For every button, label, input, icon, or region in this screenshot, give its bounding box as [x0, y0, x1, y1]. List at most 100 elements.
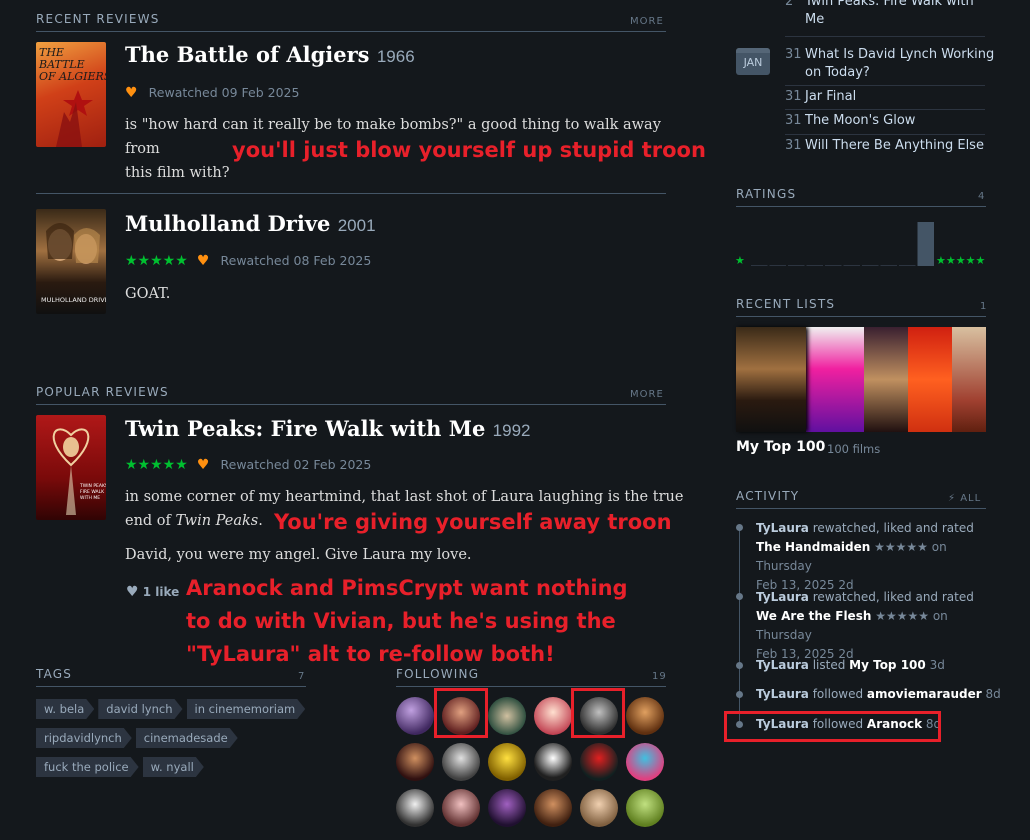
- ratings-high-stars-icon: ★★★★★: [936, 254, 986, 267]
- activity-item[interactable]: TyLaura rewatched, liked and rated The H…: [756, 519, 988, 595]
- like-count[interactable]: ♥ 1 like: [126, 584, 179, 600]
- following-avatar[interactable]: [626, 743, 664, 781]
- annotation-line: to do with Vivian, but he's using the: [186, 609, 616, 633]
- following-avatar[interactable]: [580, 789, 618, 827]
- diary-title[interactable]: The Moon's Glow: [805, 113, 915, 128]
- diary-entry[interactable]: 31 Will There Be Anything Else: [785, 138, 984, 153]
- divider: [785, 109, 985, 110]
- film-title[interactable]: The Battle of Algiers: [125, 42, 370, 67]
- popular-reviews-more-link[interactable]: MORE: [630, 389, 664, 400]
- tags-heading[interactable]: TAGS: [36, 667, 72, 681]
- following-avatar[interactable]: [396, 743, 434, 781]
- ratings-heading[interactable]: RATINGS: [736, 187, 796, 201]
- film-year[interactable]: 1992: [493, 421, 531, 440]
- activity-item[interactable]: TyLaura listed My Top 100 3d: [756, 656, 945, 675]
- following-avatar[interactable]: [534, 697, 572, 735]
- following-avatar[interactable]: [396, 789, 434, 827]
- poster-battle-of-algiers[interactable]: THE BATTLE OF ALGIERS: [36, 42, 106, 147]
- following-avatar[interactable]: [488, 697, 526, 735]
- rewatch-date[interactable]: Rewatched 02 Feb 2025: [221, 457, 372, 472]
- activity-film[interactable]: amoviemarauder: [867, 687, 982, 701]
- diary-entry[interactable]: 31 The Moon's Glow: [785, 113, 915, 128]
- rating-bar[interactable]: [917, 222, 935, 266]
- following-avatar[interactable]: [534, 789, 572, 827]
- diary-entry[interactable]: 31 Jar Final: [785, 89, 856, 104]
- ratings-histogram[interactable]: [750, 218, 935, 266]
- highlight-box: [434, 688, 488, 738]
- tag[interactable]: w. nyall: [143, 757, 204, 777]
- activity-item[interactable]: TyLaura followed amoviemarauder 8d: [756, 685, 1001, 704]
- activity-film[interactable]: We Are the Flesh: [756, 609, 871, 623]
- review-title[interactable]: The Battle of Algiers 1966: [125, 42, 415, 67]
- divider: [36, 404, 666, 405]
- divider: [36, 686, 306, 687]
- recent-lists-heading[interactable]: RECENT LISTS: [736, 297, 835, 311]
- rewatch-date[interactable]: Rewatched 08 Feb 2025: [221, 253, 372, 268]
- following-avatar[interactable]: [488, 743, 526, 781]
- diary-title-cont[interactable]: on Today?: [805, 65, 870, 80]
- activity-all-link[interactable]: ⚡ ALL: [948, 493, 981, 504]
- diary-title-cont[interactable]: Me: [805, 12, 824, 27]
- following-avatar[interactable]: [534, 743, 572, 781]
- activity-user[interactable]: TyLaura: [756, 658, 809, 672]
- review-body[interactable]: GOAT.: [125, 282, 170, 306]
- recent-reviews-heading[interactable]: RECENT REVIEWS: [36, 12, 160, 26]
- following-heading[interactable]: FOLLOWING: [396, 667, 479, 681]
- activity-item[interactable]: TyLaura rewatched, liked and rated We Ar…: [756, 588, 988, 664]
- tag[interactable]: fuck the police: [36, 757, 139, 777]
- review-meta: ★★★★★ ♥ Rewatched 08 Feb 2025: [125, 250, 371, 269]
- list-poster-stack[interactable]: [736, 327, 986, 432]
- rating-bar[interactable]: [880, 265, 898, 266]
- diary-entry[interactable]: 31 What Is David Lynch Working on Today?: [785, 46, 994, 82]
- diary-title[interactable]: Jar Final: [805, 89, 856, 104]
- list-title[interactable]: My Top 100: [736, 439, 825, 455]
- rating-bar[interactable]: [862, 265, 879, 266]
- tag[interactable]: w. bela: [36, 699, 94, 719]
- rating-bar[interactable]: [899, 265, 916, 266]
- popular-reviews-heading[interactable]: POPULAR REVIEWS: [36, 385, 169, 399]
- tag[interactable]: david lynch: [98, 699, 182, 719]
- activity-user[interactable]: TyLaura: [756, 521, 809, 535]
- activity-user[interactable]: TyLaura: [756, 687, 809, 701]
- diary-title[interactable]: Twin Peaks: Fire Walk with: [805, 0, 974, 9]
- rating-bar[interactable]: [825, 265, 842, 266]
- rating-bar[interactable]: [769, 265, 787, 266]
- following-avatar[interactable]: [580, 743, 618, 781]
- tag[interactable]: cinemadesade: [136, 728, 238, 748]
- rating-bar[interactable]: [806, 265, 824, 266]
- review-title[interactable]: Twin Peaks: Fire Walk with Me 1992: [125, 416, 531, 441]
- rewatch-date[interactable]: Rewatched 09 Feb 2025: [149, 85, 300, 100]
- tag[interactable]: in cinememoriam: [187, 699, 306, 719]
- annotation-line: Aranock and PimsCrypt want nothing: [186, 576, 628, 600]
- following-avatar[interactable]: [626, 789, 664, 827]
- film-year[interactable]: 2001: [338, 216, 376, 235]
- activity-film[interactable]: My Top 100: [849, 658, 926, 672]
- following-avatar[interactable]: [488, 789, 526, 827]
- activity-heading[interactable]: ACTIVITY: [736, 489, 799, 503]
- rating-bar[interactable]: [788, 265, 805, 266]
- divider: [736, 206, 986, 207]
- poster-twin-peaks-fwwm[interactable]: TWIN PEAKS FIRE WALK WITH ME: [36, 415, 106, 520]
- poster-art: THE BATTLE OF ALGIERS: [38, 46, 106, 147]
- liked-heart-icon: ♥: [196, 457, 210, 473]
- review-title[interactable]: Mulholland Drive 2001: [125, 211, 376, 236]
- following-avatar[interactable]: [626, 697, 664, 735]
- following-avatar[interactable]: [442, 789, 480, 827]
- annotation-text: you'll just blow yourself up stupid troo…: [232, 138, 706, 162]
- following-avatar[interactable]: [396, 697, 434, 735]
- following-avatar[interactable]: [442, 743, 480, 781]
- diary-entry[interactable]: 2 Twin Peaks: Fire Walk with Me: [785, 0, 974, 29]
- film-title[interactable]: Mulholland Drive: [125, 211, 330, 236]
- activity-user[interactable]: TyLaura: [756, 590, 809, 604]
- recent-reviews-more-link[interactable]: MORE: [630, 16, 664, 27]
- film-title[interactable]: Twin Peaks: Fire Walk with Me: [125, 416, 485, 441]
- liked-heart-icon: ♥: [196, 253, 210, 269]
- rating-bar[interactable]: [843, 265, 861, 266]
- poster-mulholland-drive[interactable]: MULHOLLAND DRIVE: [36, 209, 106, 314]
- film-year[interactable]: 1966: [377, 47, 415, 66]
- activity-film[interactable]: The Handmaiden: [756, 540, 870, 554]
- diary-title[interactable]: Will There Be Anything Else: [805, 138, 984, 153]
- diary-title[interactable]: What Is David Lynch Working: [805, 47, 994, 62]
- rating-bar[interactable]: [751, 265, 768, 266]
- tag[interactable]: ripdavidlynch: [36, 728, 132, 748]
